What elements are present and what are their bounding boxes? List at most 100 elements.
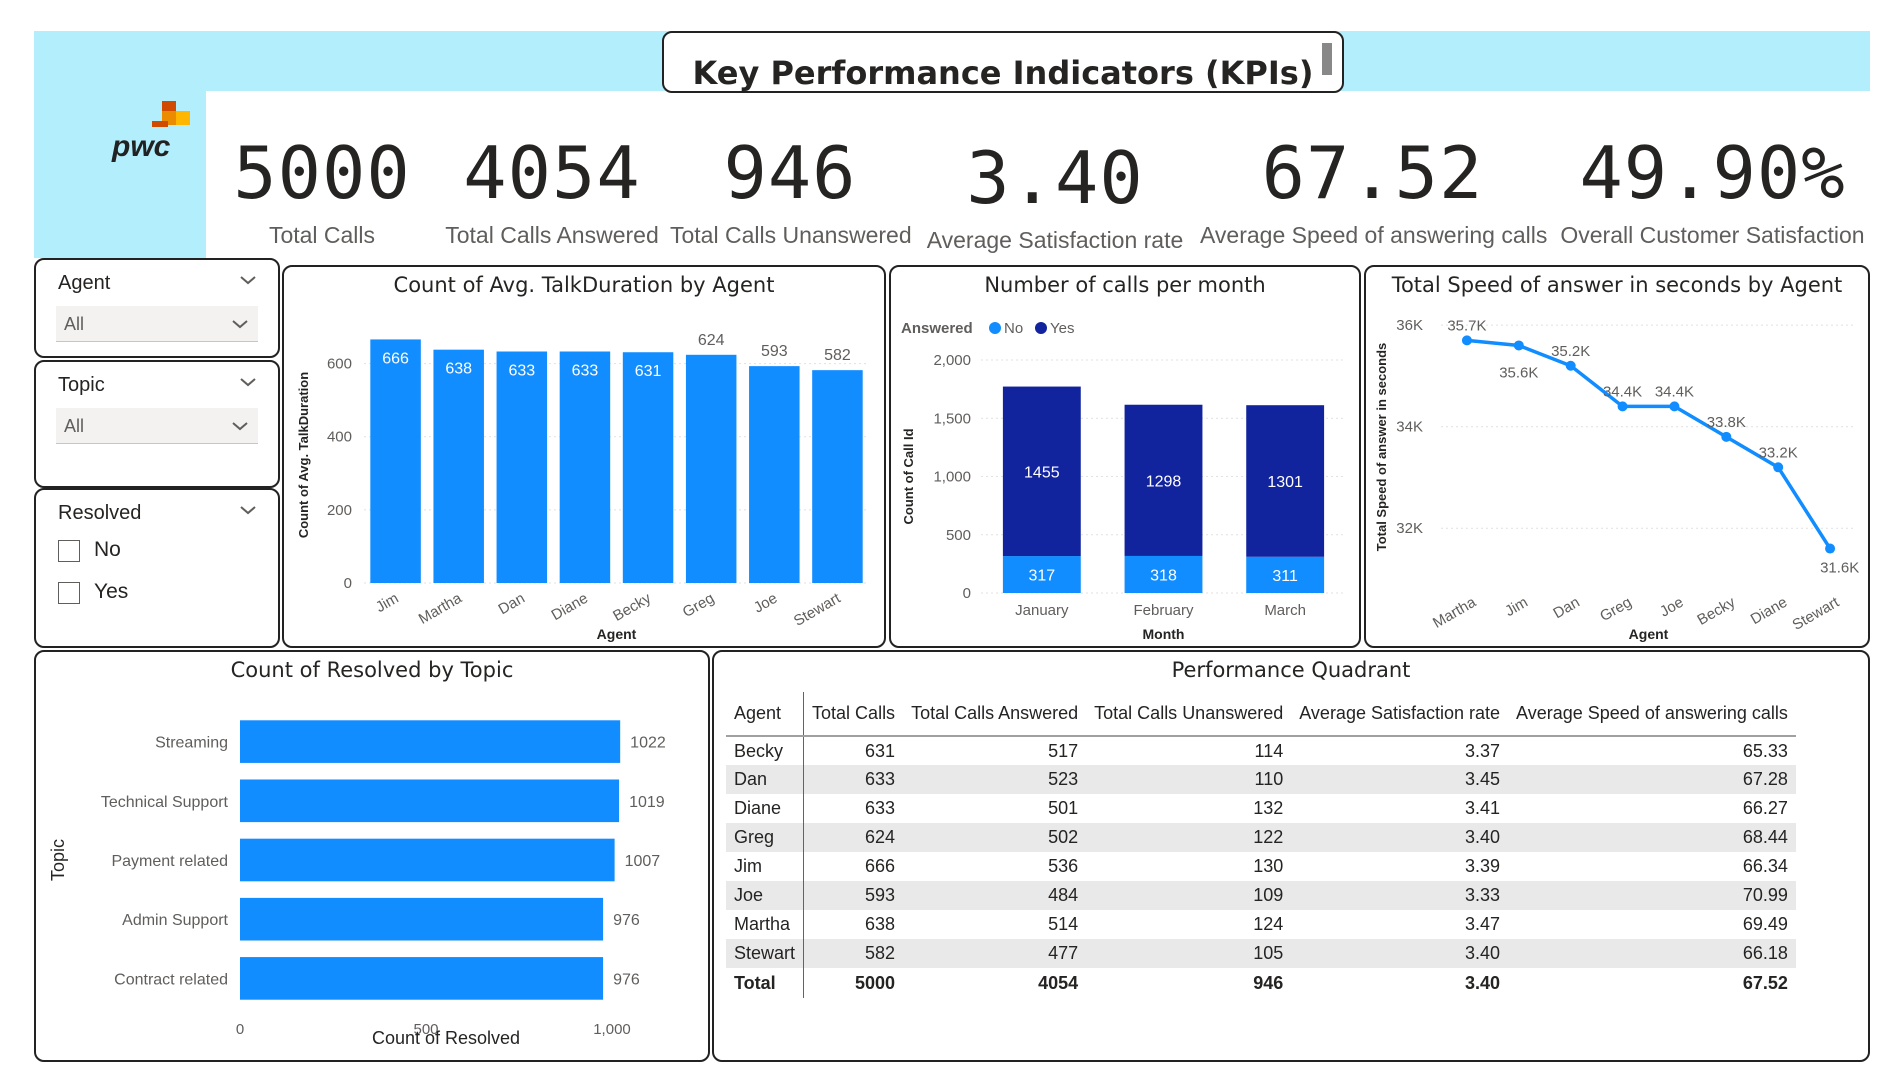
agent-slicer[interactable]: Agent All <box>34 258 280 358</box>
legend-marker <box>1035 322 1047 334</box>
data-label: 33.2K <box>1759 444 1798 461</box>
topic-slicer-label: Topic <box>58 374 105 396</box>
table-row[interactable]: Martha 638 514 124 3.47 69.49 <box>726 910 1796 939</box>
legend-label: No <box>1004 320 1023 337</box>
table-cell: 114 <box>1254 740 1284 761</box>
table-cell: 105 <box>1086 939 1292 968</box>
chevron-down-icon[interactable] <box>238 500 258 520</box>
table-cell: 65.33 <box>1742 740 1788 761</box>
column-header[interactable]: Average Speed of answering calls <box>1508 692 1796 737</box>
resolved-slicer-label: Resolved <box>58 502 142 524</box>
calls-per-month-chart: Answered No Yes 0 500 1,000 1,500 2,000 317 1455 J… <box>901 320 1346 642</box>
data-point <box>1513 340 1524 351</box>
x-tick-label: 1,000 <box>593 1021 631 1038</box>
chevron-down-icon[interactable] <box>238 372 258 392</box>
table-cell: 502 <box>903 823 1087 852</box>
talkduration-chart: 0 200 400 600 666 Jim 638 Martha 633 Dan 633 Diane 6… <box>296 332 869 642</box>
speed-chart: 32K 34K 36K 35.7K Martha 35.6K Jim 35.2K Dan 34.4… <box>1374 317 1859 642</box>
kpi-label: Total Calls Unanswered <box>670 222 912 248</box>
table-body: Becky 631 517 114 3.37 65.33 Dan 633 523 110 3.45 6… <box>726 736 1796 968</box>
title-scrollbar[interactable] <box>1322 43 1332 75</box>
data-point <box>1617 401 1628 412</box>
legend-label: Yes <box>1050 320 1074 337</box>
kpi-value: 4054 <box>463 131 641 215</box>
table-cell: 624 <box>803 823 904 852</box>
column-header[interactable]: Agent <box>726 692 805 737</box>
resolved-by-topic-panel[interactable]: Count of Resolved by Topic 1022 Streaming… <box>34 650 710 1062</box>
table-cell: 3.47 <box>1465 914 1501 934</box>
table-row[interactable]: Stewart 582 477 105 3.40 66.18 <box>726 939 1796 968</box>
table-row[interactable]: Dan 633 523 110 3.45 67.28 <box>726 765 1796 794</box>
option-label: Yes <box>94 580 129 603</box>
table-cell: 3.40 <box>1291 823 1509 852</box>
column-header[interactable]: Average Satisfaction rate <box>1291 692 1509 737</box>
table-row[interactable]: Diane 633 501 132 3.41 66.27 <box>726 794 1796 823</box>
column-header[interactable]: Total Calls Unanswered <box>1086 692 1292 737</box>
table-cell: Becky <box>726 736 805 765</box>
data-label: 633 <box>508 363 535 380</box>
data-point <box>1565 360 1576 371</box>
data-label: 1022 <box>630 735 666 752</box>
table-row[interactable]: Becky 631 517 114 3.37 65.33 <box>726 736 1796 765</box>
chevron-down-icon[interactable] <box>238 270 258 290</box>
table-total-row: Total 5000 4054 946 3.40 67.52 <box>726 968 1796 998</box>
bar <box>812 370 863 583</box>
column-header[interactable]: Total Calls <box>803 692 904 737</box>
resolved-slicer[interactable]: Resolved No Yes <box>34 488 280 648</box>
y-tick-label: 400 <box>327 429 352 446</box>
checkbox[interactable] <box>58 540 80 562</box>
y-tick-label: 200 <box>327 502 352 519</box>
table-row[interactable]: Greg 624 502 122 3.40 68.44 <box>726 823 1796 852</box>
table-cell: 517 <box>1048 740 1079 761</box>
x-tick-label: Stewart <box>1790 593 1843 634</box>
data-point <box>1669 401 1680 412</box>
y-tick-label: Payment related <box>111 853 228 870</box>
x-tick-label: February <box>1133 602 1194 619</box>
total-cell: 67.52 <box>1742 972 1788 993</box>
table-cell: Martha <box>726 910 805 939</box>
data-point <box>1721 431 1732 442</box>
total-cell: 4054 <box>1038 972 1079 993</box>
x-tick-label: Becky <box>610 589 654 624</box>
bar <box>496 351 548 583</box>
x-tick-label: Jim <box>373 590 402 616</box>
chevron-down-icon[interactable] <box>230 416 250 436</box>
table-row[interactable]: Joe 593 484 109 3.33 70.99 <box>726 881 1796 910</box>
pwc-logo: pwc <box>111 101 190 163</box>
column-header[interactable]: Total Calls Answered <box>903 692 1087 737</box>
kpi-value: 67.52 <box>1261 131 1484 215</box>
option-label: No <box>94 538 121 561</box>
kpi-label: Average Speed of answering calls <box>1200 222 1548 248</box>
chevron-down-icon[interactable] <box>230 314 250 334</box>
y-tick-label: 2,000 <box>933 352 971 369</box>
y-axis-title: Topic <box>48 839 68 881</box>
talkduration-chart-panel[interactable]: Count of Avg. TalkDuration by Agent 0 200… <box>282 265 886 648</box>
topic-dropdown[interactable]: All <box>56 408 258 444</box>
x-tick-label: Becky <box>1694 593 1738 628</box>
table-cell: 122 <box>1086 823 1292 852</box>
bar <box>370 339 421 583</box>
x-tick-label: Diane <box>1748 594 1790 628</box>
table-cell: 631 <box>865 740 896 761</box>
table-cell: 3.40 <box>1291 939 1509 968</box>
table-cell: 66.34 <box>1742 856 1788 876</box>
bar <box>622 352 674 583</box>
data-point <box>1825 543 1836 554</box>
table-cell: 523 <box>903 765 1087 794</box>
topic-slicer[interactable]: Topic All <box>34 360 280 488</box>
logo-block-4 <box>152 121 168 127</box>
checkbox[interactable] <box>58 582 80 604</box>
calls-per-month-panel[interactable]: Number of calls per month Answered No Yes 0… <box>889 265 1361 648</box>
performance-quadrant-panel[interactable]: Performance Quadrant Agent Total Calls Tot… <box>712 650 1870 1062</box>
kpi-card-calls-answered: 4054 Total Calls Answered <box>442 130 662 250</box>
speed-chart-panel[interactable]: Total Speed of answer in seconds by Agen… <box>1364 265 1870 648</box>
x-axis-title: Count of Resolved <box>372 1028 520 1048</box>
data-label: 317 <box>1028 568 1055 585</box>
agent-dropdown[interactable]: All <box>56 306 258 342</box>
x-tick-label: Dan <box>495 590 527 618</box>
table-cell: 633 <box>865 798 896 818</box>
table-cell: 3.39 <box>1465 856 1501 876</box>
kpi-card-total-calls: 5000 Total Calls <box>227 130 417 250</box>
data-label: 31.6K <box>1820 560 1859 577</box>
table-row[interactable]: Jim 666 536 130 3.39 66.34 <box>726 852 1796 881</box>
